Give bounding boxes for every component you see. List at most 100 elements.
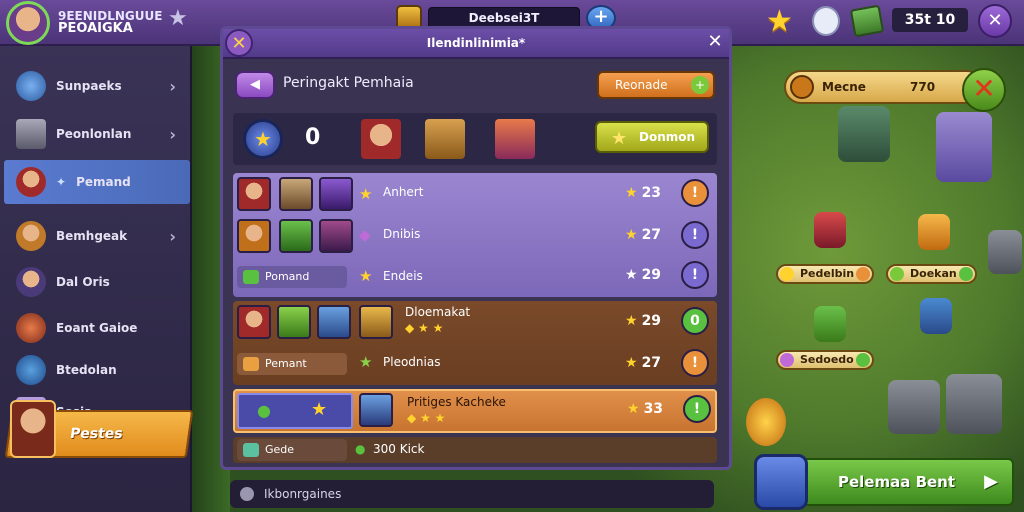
map-node[interactable]: Doekan bbox=[886, 264, 977, 284]
row-action-button[interactable]: ! bbox=[681, 221, 709, 249]
row-action-button[interactable]: ! bbox=[681, 261, 709, 289]
unit-robot[interactable] bbox=[918, 214, 950, 250]
squad-row[interactable]: ◆ Dnibis ★ 27 ! bbox=[233, 215, 717, 255]
node-badge bbox=[856, 267, 871, 281]
row-value: 23 bbox=[641, 185, 662, 201]
hero-portrait bbox=[319, 177, 353, 211]
squad-row[interactable]: Dloemakat ◆ ★ ★ ★ 29 0 bbox=[233, 301, 717, 341]
row-action-button[interactable]: ! bbox=[681, 179, 709, 207]
map-close-icon[interactable]: ✕ bbox=[962, 68, 1006, 112]
shield-icon bbox=[754, 454, 808, 510]
panel-title: Ilendinlinimia* bbox=[426, 36, 526, 50]
shield-icon[interactable] bbox=[812, 6, 840, 36]
unit-knight[interactable] bbox=[814, 212, 846, 248]
hero-portrait[interactable] bbox=[361, 119, 401, 159]
row-label: Endeis bbox=[383, 269, 423, 283]
close-button[interactable]: ✕ bbox=[978, 4, 1012, 38]
star-icon: ★ bbox=[625, 185, 638, 201]
map-node[interactable]: Sedoedo bbox=[776, 350, 874, 370]
hero-portrait bbox=[237, 177, 271, 211]
node-label: Pedelbin bbox=[800, 267, 855, 280]
search-icon bbox=[240, 487, 254, 501]
row-action-button[interactable]: ! bbox=[681, 349, 709, 377]
star-icon[interactable]: ★ bbox=[168, 6, 192, 31]
row-value: 27 bbox=[641, 355, 662, 371]
crystal-building[interactable] bbox=[936, 112, 992, 182]
hero-avatar-icon bbox=[16, 221, 46, 251]
squad-footer: Gede ● 300 Kick bbox=[233, 437, 717, 463]
unit-goblin[interactable] bbox=[814, 306, 846, 342]
squad-row[interactable]: Pomand ★ Endeis ★ 29 ! bbox=[233, 257, 717, 297]
squad-tag: Pemant bbox=[237, 353, 347, 375]
row-action-button[interactable]: ! bbox=[683, 395, 711, 423]
row-label: 300 Kick bbox=[373, 442, 425, 456]
resource-button[interactable]: Reonade + bbox=[597, 71, 715, 99]
squad-row[interactable]: ★ Anhert ★ 23 ! bbox=[233, 173, 717, 213]
sidebar-item-pemand[interactable]: ✦ Pemand bbox=[4, 160, 190, 204]
avatar[interactable] bbox=[6, 1, 50, 45]
close-icon[interactable]: ✕ bbox=[225, 29, 253, 57]
row-label: Pritiges Kacheke bbox=[407, 395, 506, 409]
unit-golem[interactable] bbox=[920, 298, 952, 334]
summary-count: 0 bbox=[305, 125, 321, 150]
treasure-icon[interactable] bbox=[495, 119, 535, 159]
tower-building[interactable] bbox=[838, 106, 890, 162]
sidebar-item-bemhgeak[interactable]: Bemhgeak › bbox=[4, 214, 190, 258]
row-action-button[interactable]: 0 bbox=[681, 307, 709, 335]
hero-portrait bbox=[319, 219, 353, 253]
subhead-title: Peringakt Pemhaia bbox=[283, 75, 414, 91]
gem-count: 35t 10 bbox=[892, 8, 968, 32]
claim-button[interactable]: ★ Donmon bbox=[595, 121, 709, 153]
map-bar-label: Mecne bbox=[822, 80, 866, 94]
arrow-right-icon: ▶ bbox=[984, 471, 998, 492]
squad-tag: Pomand bbox=[237, 266, 347, 288]
squad-row[interactable]: ● ★ Pritiges Kacheke ◆ ★ ★ ★ 33 ! bbox=[235, 391, 719, 431]
tag-icon bbox=[243, 357, 259, 371]
sidebar-item-peonlonlan[interactable]: Peonlonlan › bbox=[4, 112, 190, 156]
shield-icon bbox=[16, 355, 46, 385]
sidebar-item-eoant-gaioe[interactable]: Eoant Gaioe bbox=[4, 306, 190, 350]
hero-portrait bbox=[237, 305, 271, 339]
star-badge-icon: ★ bbox=[243, 119, 283, 159]
node-badge bbox=[958, 267, 973, 281]
top-right-controls: ★ 35t 10 ✕ bbox=[764, 2, 1024, 42]
panel-subheader: ◀ Peringakt Pemhaia Reonade + bbox=[233, 69, 717, 101]
chest-icon[interactable] bbox=[425, 119, 465, 159]
arrow-icon: ✦ bbox=[56, 175, 67, 189]
sidebar-item-dal-oris[interactable]: Dal Oris bbox=[4, 260, 190, 304]
sidebar-item-sunpaeks[interactable]: Sunpaeks › bbox=[4, 64, 190, 108]
tag-label: Gede bbox=[265, 443, 295, 456]
row-label: Pleodnias bbox=[383, 355, 441, 369]
plus-icon: + bbox=[691, 76, 709, 94]
map-node[interactable]: Pedelbin bbox=[776, 264, 875, 284]
star-icon: ★ bbox=[611, 128, 628, 149]
deploy-button-label: Pelemaa Bent bbox=[838, 473, 956, 491]
star-icon: ★ bbox=[311, 399, 328, 420]
row-stars: ★ 29 bbox=[625, 267, 661, 283]
node-icon bbox=[780, 267, 794, 281]
star-icon: ★ bbox=[627, 401, 640, 417]
hero-portrait bbox=[277, 305, 311, 339]
back-button[interactable]: ◀ bbox=[235, 71, 275, 99]
star-icon[interactable]: ★ bbox=[766, 4, 793, 39]
sidebar-item-label: Eoant Gaioe bbox=[56, 321, 138, 335]
deploy-button[interactable]: Pelemaa Bent ▶ bbox=[754, 454, 1014, 510]
node-badge bbox=[855, 353, 870, 367]
squad-row[interactable]: Pemant ★ Pleodnias ★ 27 ! bbox=[233, 345, 717, 385]
lantern-tower[interactable] bbox=[746, 398, 786, 446]
row-label: Anhert bbox=[383, 185, 424, 199]
sidebar-item-btedolan[interactable]: Btedolan bbox=[4, 348, 190, 392]
search-input[interactable]: Ikbonrgaines bbox=[230, 480, 714, 508]
rock-obstacle bbox=[946, 374, 1002, 434]
row-value: 27 bbox=[641, 227, 662, 243]
map-bar-value: 770 bbox=[910, 80, 936, 94]
snowflake-icon bbox=[16, 71, 46, 101]
star-icon: ★ bbox=[359, 185, 373, 203]
map-bar-icon bbox=[790, 75, 814, 99]
map-resource-bar[interactable]: Mecne 770 bbox=[784, 70, 984, 104]
event-icon bbox=[16, 313, 46, 343]
row-value: 29 bbox=[641, 313, 662, 329]
close-icon[interactable]: ✕ bbox=[701, 29, 729, 57]
squad-row-selected[interactable]: ● ★ Pritiges Kacheke ◆ ★ ★ ★ 33 ! bbox=[233, 389, 717, 433]
star-icon: ★ bbox=[625, 267, 638, 283]
